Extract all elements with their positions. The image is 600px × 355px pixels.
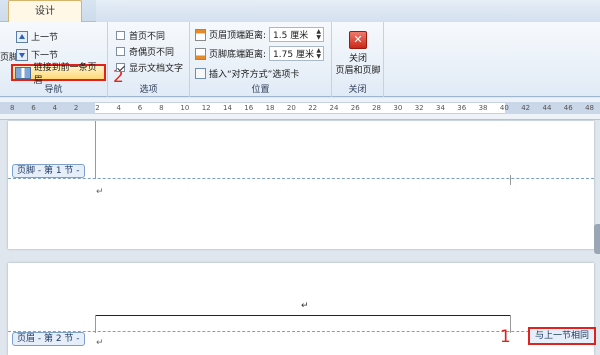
different-odd-even-label: 奇偶页不同 xyxy=(129,48,175,58)
ruler-tick: 6 xyxy=(31,104,36,112)
different-first-page-label: 首页不同 xyxy=(129,32,166,42)
ruler-tick: 28 xyxy=(372,104,382,112)
footer-boundary xyxy=(8,178,594,179)
group-label-position: 位置 xyxy=(251,85,270,95)
horizontal-ruler[interactable]: 8 6 4 2 2 4 6 8 10 12 14 16 18 20 22 24 26 28 30 32 34 36 38 40… xyxy=(0,98,600,120)
ruler-tick: 30 xyxy=(393,104,403,112)
header-cursor-mark: ↵ xyxy=(301,301,309,311)
group-label-options: 选项 xyxy=(139,85,158,95)
different-first-page-checkbox[interactable]: 首页不同 xyxy=(116,29,165,42)
annotation-step-1: 1 xyxy=(500,327,511,347)
header-border-line xyxy=(95,315,510,316)
margin-guide xyxy=(95,121,96,179)
ruler-tick: 48 xyxy=(585,104,595,112)
ruler-tick: 18 xyxy=(265,104,275,112)
ruler-tick: 12 xyxy=(201,104,211,112)
footer-position-icon xyxy=(195,47,206,60)
group-label-close: 关闭 xyxy=(348,85,367,95)
insert-alignment-tab-button[interactable]: 插入“对齐方式”选项卡 xyxy=(195,67,299,80)
prev-section-label: 上一节 xyxy=(31,33,59,43)
ruler-tick: 2 xyxy=(73,104,79,112)
ruler-tick: 6 xyxy=(137,104,143,112)
group-position: 页眉顶端距离: 1.5 厘米 ▲ ▼ 页脚底端距离: 1.75 厘米 ▲ ▼ 插入“… xyxy=(190,22,332,97)
footer-from-bottom-value: 1.75 厘米 xyxy=(273,50,314,60)
ribbon-tab-bar: 设计 xyxy=(0,0,600,23)
group-options: 首页不同 奇偶页不同 显示文档文字 选项 xyxy=(108,22,190,97)
different-first-page-box xyxy=(116,31,125,40)
ruler-tick: 2 xyxy=(95,104,100,112)
ruler-tick: 24 xyxy=(329,104,339,112)
ruler-tick: 26 xyxy=(350,104,360,112)
ruler-tick: 20 xyxy=(286,104,296,112)
tab-strip xyxy=(96,0,600,22)
ruler-tick: 40 xyxy=(499,104,509,112)
group-label-navigation: 导航 xyxy=(44,85,63,95)
margin-guide xyxy=(510,175,511,185)
show-document-text-box xyxy=(116,63,125,72)
link-icon xyxy=(15,66,31,79)
paragraph-mark: ↵ xyxy=(96,338,104,348)
header-from-top-value: 1.5 厘米 xyxy=(273,31,309,41)
show-document-text-label: 显示文档文字 xyxy=(129,64,184,74)
ruler-tick: 22 xyxy=(308,104,318,112)
ruler-tick: 32 xyxy=(414,104,424,112)
ruler-tick: 36 xyxy=(457,104,467,112)
ruler-tick: 8 xyxy=(159,104,164,112)
ruler-tick: 4 xyxy=(52,104,58,112)
ruler-tick: 44 xyxy=(542,104,552,112)
ribbon: 页脚 上一节 下一节 链接到前一条页眉 导航 2 首页不同 奇偶页不同 显示文档… xyxy=(0,22,600,97)
prev-section-button[interactable]: 上一节 xyxy=(16,30,58,43)
ruler-tick: 14 xyxy=(223,104,232,112)
group-navigation: 页脚 上一节 下一节 链接到前一条页眉 导航 xyxy=(0,22,108,97)
footer-from-bottom-label: 页脚底端距离: xyxy=(209,50,267,60)
paragraph-mark: ↵ xyxy=(96,187,104,197)
ruler-tick: 34 xyxy=(436,104,445,112)
close-label-line2: 页眉和页脚 xyxy=(335,66,381,76)
ruler-tick: 38 xyxy=(478,104,488,112)
alignment-tab-icon xyxy=(195,68,206,79)
show-document-text-checkbox[interactable]: 显示文档文字 xyxy=(116,61,183,74)
header-from-top-row: 页眉顶端距离: 1.5 厘米 ▲ ▼ xyxy=(195,27,325,42)
close-label-line1: 关闭 xyxy=(348,54,367,64)
ruler-tick: 42 xyxy=(521,104,531,112)
header-from-top-input[interactable]: 1.5 厘米 ▲ ▼ xyxy=(269,27,325,42)
close-icon[interactable]: ✕ xyxy=(349,31,367,49)
same-as-previous-tag: 与上一节相同 xyxy=(528,327,596,345)
tab-design[interactable]: 设计 xyxy=(8,0,82,23)
ruler-tick: 46 xyxy=(563,104,573,112)
spinner-arrows-icon[interactable]: ▲ ▼ xyxy=(316,48,321,60)
close-header-footer-button[interactable]: 关闭 页眉和页脚 xyxy=(334,53,382,77)
header-position-icon xyxy=(195,28,206,41)
page-1[interactable]: 页脚 - 第 1 节 - ↵ xyxy=(8,121,594,249)
prev-section-icon xyxy=(16,30,28,43)
different-odd-even-box xyxy=(116,47,125,56)
scrollbar-edge[interactable] xyxy=(594,224,600,254)
ruler-tick: 4 xyxy=(116,104,121,112)
link-to-previous-button[interactable]: 链接到前一条页眉 xyxy=(11,63,106,86)
header-from-top-label: 页眉顶端距离: xyxy=(209,31,267,41)
next-section-icon xyxy=(16,48,28,61)
footer-from-bottom-input[interactable]: 1.75 厘米 ▲ ▼ xyxy=(269,46,325,61)
header-section2-tag: 页眉 - 第 2 节 - xyxy=(12,332,85,346)
insert-alignment-tab-label: 插入“对齐方式”选项卡 xyxy=(209,70,300,80)
ruler-tick: 10 xyxy=(180,104,190,112)
footer-from-bottom-row: 页脚底端距离: 1.75 厘米 ▲ ▼ xyxy=(195,46,325,61)
different-odd-even-checkbox[interactable]: 奇偶页不同 xyxy=(116,45,174,58)
ruler-tick: 8 xyxy=(10,104,15,112)
ruler-tick: 16 xyxy=(244,104,254,112)
footer-section1-tag: 页脚 - 第 1 节 - xyxy=(12,164,85,178)
spinner-arrows-icon[interactable]: ▲ ▼ xyxy=(316,29,321,41)
